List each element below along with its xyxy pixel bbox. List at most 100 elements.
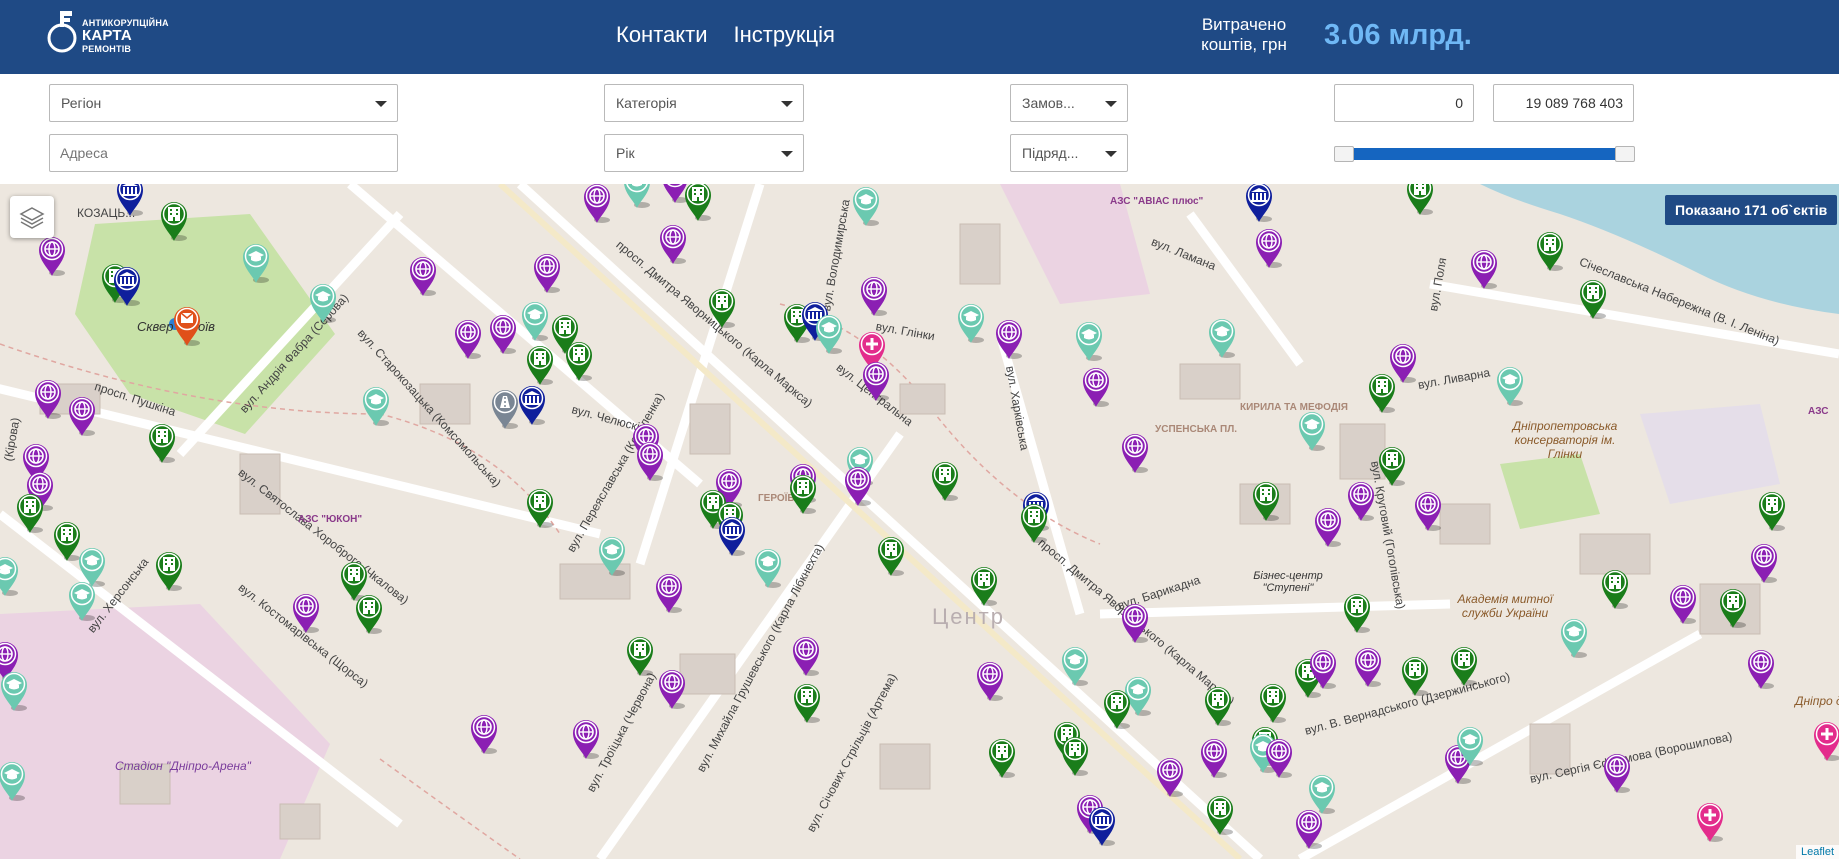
layers-control[interactable] [10,196,54,238]
map-marker-internet[interactable] [289,590,323,634]
map-marker-education[interactable] [849,184,883,227]
slider-max-handle[interactable] [1615,146,1635,162]
map-marker-building[interactable] [874,533,908,577]
address-input[interactable] [49,134,398,172]
map-marker-education[interactable] [0,668,31,712]
map-marker-internet[interactable] [1311,504,1345,548]
map-marker-education[interactable] [1058,643,1092,687]
map-marker-building[interactable] [1576,276,1610,320]
map-marker-education[interactable] [359,383,393,427]
map-marker-building[interactable] [1447,643,1481,687]
map-marker-internet[interactable] [530,250,564,294]
map-marker-building[interactable] [790,680,824,724]
map-marker-education[interactable] [306,280,340,324]
map-marker-internet[interactable] [467,711,501,755]
map-marker-building[interactable] [786,471,820,515]
map-marker-internet[interactable] [1118,430,1152,474]
map-marker-internet[interactable] [1344,478,1378,522]
map-marker-internet[interactable] [31,376,65,420]
map-marker-internet[interactable] [451,316,485,360]
map-marker-education[interactable] [812,311,846,355]
map-marker-education[interactable] [518,298,552,342]
map-marker-internet[interactable] [992,316,1026,360]
map-marker-building[interactable] [1533,228,1567,272]
region-select[interactable]: Регіон [49,84,398,122]
map-marker-internet[interactable] [580,184,614,224]
map-marker-education[interactable] [1453,723,1487,767]
map-marker-building[interactable] [1398,653,1432,697]
map-marker-internet[interactable] [789,633,823,677]
map-marker-internet[interactable] [1467,246,1501,290]
map-marker-building[interactable] [985,735,1019,779]
map-marker-internet[interactable] [633,438,667,482]
map-marker-internet[interactable] [1411,488,1445,532]
map-marker-building[interactable] [157,198,191,242]
map-marker-building[interactable] [1598,566,1632,610]
map-marker-building[interactable] [1375,443,1409,487]
amount-min-input[interactable] [1334,84,1474,122]
map-marker-education[interactable] [0,553,22,597]
map-marker-internet[interactable] [652,570,686,614]
map-marker-education[interactable] [1493,363,1527,407]
map-marker-education[interactable] [751,545,785,589]
map-marker-education[interactable] [1072,318,1106,362]
map-marker-building[interactable] [967,563,1001,607]
map-marker-building[interactable] [1249,478,1283,522]
map-marker-building[interactable] [681,184,715,222]
map-marker-building[interactable] [1017,500,1051,544]
map-marker-internet[interactable] [857,273,891,317]
map-marker-building[interactable] [1203,792,1237,836]
map-marker-building[interactable] [1058,733,1092,777]
map-marker-internet[interactable] [65,393,99,437]
map-marker-building[interactable] [562,338,596,382]
map-marker-internet[interactable] [973,658,1007,702]
map-marker-government[interactable] [1085,803,1119,847]
map-marker-building[interactable] [1716,585,1750,629]
contractor-select[interactable]: Підряд... [1010,134,1128,172]
map-marker-government[interactable] [515,382,549,426]
map-marker-government[interactable] [110,263,144,307]
nav-contacts[interactable]: Контакти [616,22,708,48]
map-marker-internet[interactable] [1079,364,1113,408]
map-marker-building[interactable] [1403,184,1437,216]
year-select[interactable]: Рік [604,134,804,172]
customer-select[interactable]: Замов... [1010,84,1128,122]
map-attribution[interactable]: Leaflet [1795,845,1839,859]
map-marker-building[interactable] [352,591,386,635]
map-marker-education[interactable] [65,578,99,622]
map-marker-building[interactable] [1100,686,1134,730]
map-marker-internet[interactable] [1252,225,1286,269]
map-marker-education[interactable] [954,300,988,344]
logo[interactable]: АНТИКОРУПЦІЙНА КАРТА РЕМОНТІВ [46,8,169,58]
map-marker-medical[interactable] [1810,718,1839,762]
map-marker-government[interactable] [1242,184,1276,223]
map-marker-internet[interactable] [1118,600,1152,644]
map-marker-building[interactable] [1365,370,1399,414]
map-marker-internet[interactable] [859,358,893,402]
map-marker-education[interactable] [1205,315,1239,359]
map-marker-education[interactable] [620,184,654,209]
map-marker-internet[interactable] [1666,581,1700,625]
map-marker-internet[interactable] [655,666,689,710]
map-marker-internet[interactable] [1292,806,1326,850]
category-select[interactable]: Категорія [604,84,804,122]
map-marker-building[interactable] [145,420,179,464]
map-marker-building[interactable] [705,285,739,329]
map-marker-government[interactable] [715,513,749,557]
map-marker-internet[interactable] [486,311,520,355]
map-marker-building[interactable] [928,458,962,502]
map-marker-internet[interactable] [1197,735,1231,779]
map-marker-education[interactable] [595,533,629,577]
map-marker-education[interactable] [0,758,29,802]
map-marker-building[interactable] [13,490,47,534]
map-marker-internet[interactable] [1262,735,1296,779]
map-marker-building[interactable] [1201,683,1235,727]
map-marker-internet[interactable] [406,253,440,297]
map-marker-internet[interactable] [656,221,690,265]
map-marker-internet[interactable] [1747,540,1781,584]
map-marker-medical[interactable] [1693,799,1727,843]
map-marker-education[interactable] [1295,408,1329,452]
map-marker-internet[interactable] [841,463,875,507]
map-marker-education[interactable] [239,240,273,284]
map-marker-building[interactable] [523,485,557,529]
